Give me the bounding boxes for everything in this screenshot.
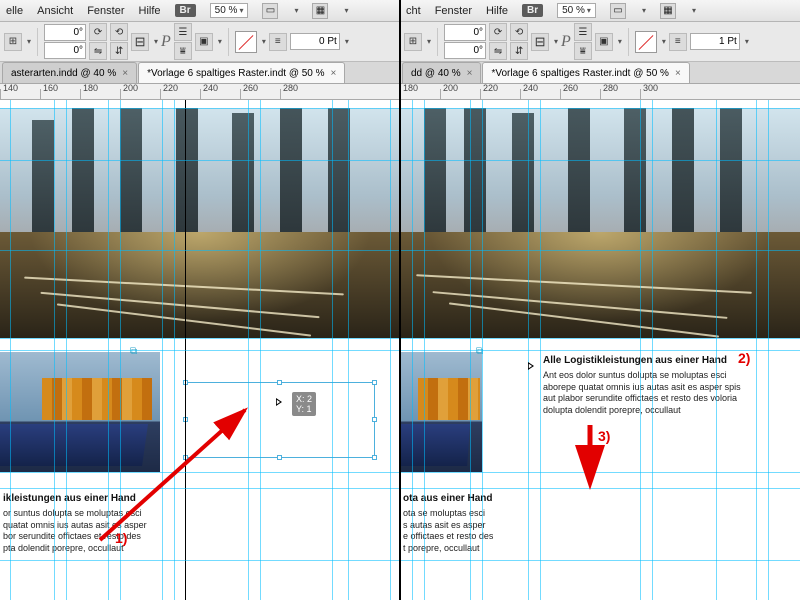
menu-item[interactable]: Fenster: [87, 5, 124, 17]
arrange-icon[interactable]: ▦: [312, 3, 328, 19]
text-frame[interactable]: ikleistungen aus einer Hand or suntus do…: [0, 490, 180, 557]
flip-h-icon[interactable]: ⇋: [89, 42, 107, 60]
menu-item[interactable]: Hilfe: [139, 5, 161, 17]
text-frame[interactable]: Alle Logistikleistungen aus einer Hand A…: [540, 352, 755, 419]
flip-h-icon[interactable]: ⇋: [489, 42, 507, 60]
stroke-weight-field[interactable]: 1 Pt: [690, 33, 740, 50]
menu-item[interactable]: elle: [6, 5, 23, 17]
flip-v-icon[interactable]: ⇵: [510, 42, 528, 60]
document-tabs: asterarten.indd @ 40 % × *Vorlage 6 spal…: [0, 62, 400, 84]
shear-field[interactable]: 0°: [44, 42, 86, 59]
close-icon[interactable]: ×: [675, 68, 681, 79]
fill-none-swatch[interactable]: [235, 31, 257, 53]
ship-image[interactable]: [400, 352, 482, 472]
doc-tab[interactable]: dd @ 40 % ×: [402, 62, 481, 83]
gap-icon[interactable]: ☰: [574, 23, 592, 41]
doc-tab[interactable]: asterarten.indd @ 40 % ×: [2, 62, 137, 83]
screen-mode-icon[interactable]: ▭: [610, 3, 626, 19]
bridge-badge[interactable]: Br: [175, 4, 196, 17]
rotate-cw-icon[interactable]: ⟳: [489, 23, 507, 41]
control-toolbar: ⊞ ▾ 0° 0° ⟳ ⇋ ⟲ ⇵ ⊟ ▾ P ☰ ⩸ ▣ ▾: [400, 22, 800, 62]
rotate-field[interactable]: 0°: [444, 24, 486, 41]
split-divider: [399, 0, 401, 600]
paragraph-style-icon: P: [161, 33, 171, 51]
ref-point-icon[interactable]: ⊞: [404, 33, 422, 51]
doc-tab-active[interactable]: *Vorlage 6 spaltiges Raster.indt @ 50 % …: [138, 62, 345, 83]
stroke-weight-icon: ≡: [269, 33, 287, 51]
screen-mode-icon[interactable]: ▭: [262, 3, 278, 19]
rotate-ccw-icon[interactable]: ⟲: [510, 23, 528, 41]
rotate-ccw-icon[interactable]: ⟲: [110, 23, 128, 41]
cursor-pointer: [528, 362, 534, 370]
zoom-level[interactable]: 50 %▾: [557, 3, 596, 18]
close-icon[interactable]: ×: [467, 68, 473, 79]
gap-icon[interactable]: ☰: [174, 23, 192, 41]
doc-tab-active[interactable]: *Vorlage 6 spaltiges Raster.indt @ 50 % …: [482, 62, 689, 83]
thread-icon: ⧉: [130, 346, 137, 357]
control-toolbar: ⊞ ▾ 0° 0° ⟳ ⇋ ⟲ ⇵ ⊟ ▾ P ☰ ⩸ ▣ ▾: [0, 22, 400, 62]
annotation-label: 1): [115, 530, 127, 546]
menu-item[interactable]: Ansicht: [37, 5, 73, 17]
align-icon[interactable]: ⊟: [531, 33, 549, 51]
align-icon[interactable]: ⊟: [131, 33, 149, 51]
shear-field[interactable]: 0°: [444, 42, 486, 59]
menubar: elle Ansicht Fenster Hilfe Br 50 %▾ ▭ ▾ …: [0, 0, 400, 22]
flip-v-icon[interactable]: ⇵: [110, 42, 128, 60]
rotate-field[interactable]: 0°: [44, 24, 86, 41]
canvas[interactable]: ⧉ Alle Logistikleistungen aus einer Hand…: [400, 100, 800, 600]
paragraph-style-icon: P: [561, 33, 571, 51]
zoom-level[interactable]: 50 %▾: [210, 3, 249, 18]
stroke-weight-icon: ≡: [669, 33, 687, 51]
annotation-label: 2): [738, 350, 750, 366]
menu-item[interactable]: Hilfe: [486, 5, 508, 17]
rotate-cw-icon[interactable]: ⟳: [89, 23, 107, 41]
ref-point-icon[interactable]: ⊞: [4, 33, 22, 51]
close-icon[interactable]: ×: [331, 68, 337, 79]
stroke-weight-field[interactable]: 0 Pt: [290, 33, 340, 50]
menu-item[interactable]: Fenster: [435, 5, 472, 17]
menu-item[interactable]: cht: [406, 5, 421, 17]
gap-icon[interactable]: ⩸: [574, 42, 592, 60]
xy-tooltip: X: 2Y: 1: [292, 392, 316, 416]
text-frame[interactable]: ota aus einer Hand ota se moluptas esci …: [400, 490, 530, 557]
text-frame-selection[interactable]: [185, 382, 375, 458]
annotation-label: 3): [598, 428, 610, 444]
pane-left: elle Ansicht Fenster Hilfe Br 50 %▾ ▭ ▾ …: [0, 0, 400, 600]
fill-none-swatch[interactable]: [635, 31, 657, 53]
gap-icon[interactable]: ⩸: [174, 42, 192, 60]
close-icon[interactable]: ×: [122, 68, 128, 79]
document-tabs: dd @ 40 % × *Vorlage 6 spaltiges Raster.…: [400, 62, 800, 84]
ruler: 180 200 220 240 260 280 300: [400, 84, 800, 100]
city-image[interactable]: [400, 108, 800, 338]
ship-image[interactable]: [0, 352, 160, 472]
city-image[interactable]: [0, 108, 400, 338]
menubar: cht Fenster Hilfe Br 50 %▾ ▭ ▾ ▦ ▾: [400, 0, 800, 22]
ruler: 140 160 180 200 220 240 260 280: [0, 84, 400, 100]
wrap-icon[interactable]: ▣: [195, 33, 213, 51]
wrap-icon[interactable]: ▣: [595, 33, 613, 51]
canvas[interactable]: ⧉ X: 2Y: 1 ikleistungen aus einer Hand o…: [0, 100, 400, 600]
thread-icon: ⧉: [476, 346, 483, 357]
pane-right: cht Fenster Hilfe Br 50 %▾ ▭ ▾ ▦ ▾ ⊞ ▾ 0…: [400, 0, 800, 600]
bridge-badge[interactable]: Br: [522, 4, 543, 17]
cursor-pointer: [276, 398, 282, 406]
arrange-icon[interactable]: ▦: [660, 3, 676, 19]
